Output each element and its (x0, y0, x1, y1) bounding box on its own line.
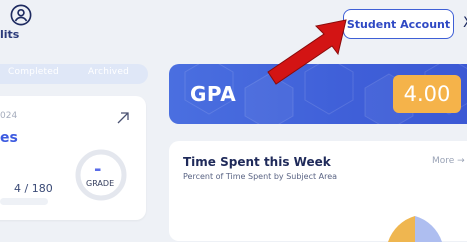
time-spent-subtitle: Percent of Time Spent by Subject Area (183, 172, 338, 181)
progress-count: 4 / 180 (14, 182, 53, 195)
progress-bar (0, 198, 48, 205)
external-arrow-icon[interactable] (116, 111, 130, 125)
grade-value: - (94, 159, 102, 180)
tab-archived[interactable]: Archived (88, 67, 129, 77)
user-circle-icon[interactable] (10, 4, 32, 26)
pointer-arrow-icon (267, 19, 347, 85)
more-link[interactable]: More → (432, 156, 465, 166)
course-year: 024 (0, 111, 18, 121)
gpa-label: GPA (190, 82, 237, 106)
grade-label: GRADE (86, 179, 115, 188)
student-account-button[interactable]: Student Account (343, 9, 454, 39)
time-spent-title: Time Spent this Week (183, 155, 331, 169)
profile-label[interactable]: lits (0, 28, 19, 41)
close-icon[interactable]: X (463, 15, 467, 31)
subject-pie-chart (388, 216, 442, 242)
tab-completed[interactable]: Completed (8, 67, 59, 77)
gpa-value: 4.00 (393, 75, 461, 113)
status-tabs: Completed Archived (0, 64, 148, 84)
course-title[interactable]: es (0, 130, 18, 146)
